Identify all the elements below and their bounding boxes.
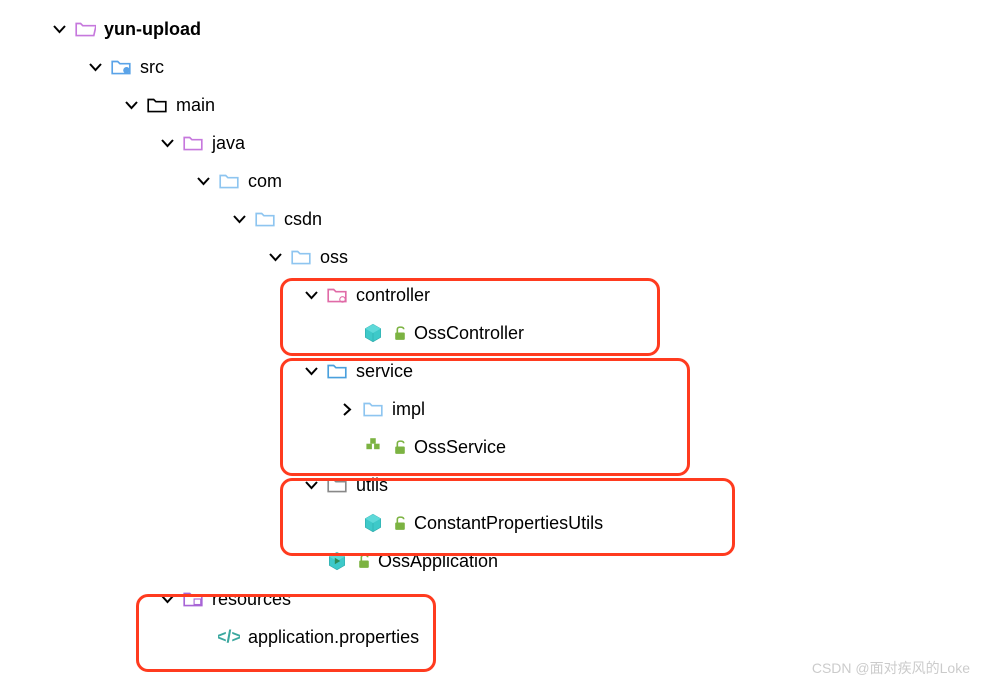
interface-icon	[362, 436, 384, 458]
tree-row-src[interactable]: src	[0, 48, 990, 86]
class-icon	[362, 512, 384, 534]
properties-file-icon	[218, 626, 240, 648]
folder-package-icon	[362, 398, 384, 420]
tree-row-root[interactable]: yun-upload	[0, 10, 990, 48]
tree-row-ossapplication[interactable]: OssApplication	[0, 542, 990, 580]
chevron-down-icon[interactable]	[158, 134, 176, 152]
chevron-down-icon[interactable]	[122, 96, 140, 114]
node-label: application.properties	[248, 627, 419, 648]
node-label: java	[212, 133, 245, 154]
folder-icon	[146, 94, 168, 116]
tree-row-csdn[interactable]: csdn	[0, 200, 990, 238]
class-icon	[362, 322, 384, 344]
tree-row-impl[interactable]: impl	[0, 390, 990, 428]
folder-package-icon	[254, 208, 276, 230]
folder-package-icon	[218, 170, 240, 192]
tree-row-java[interactable]: java	[0, 124, 990, 162]
tree-row-constantprops[interactable]: ConstantPropertiesUtils	[0, 504, 990, 542]
tree-row-osscontroller[interactable]: OssController	[0, 314, 990, 352]
chevron-down-icon[interactable]	[50, 20, 68, 38]
tree-row-service[interactable]: service	[0, 352, 990, 390]
node-label: resources	[212, 589, 291, 610]
class-run-icon	[326, 550, 348, 572]
node-label: ConstantPropertiesUtils	[414, 513, 603, 534]
chevron-down-icon[interactable]	[302, 286, 320, 304]
unlock-icon	[356, 553, 372, 569]
node-label: yun-upload	[104, 19, 201, 40]
tree-row-com[interactable]: com	[0, 162, 990, 200]
folder-src-icon	[110, 56, 132, 78]
chevron-down-icon[interactable]	[302, 476, 320, 494]
chevron-down-icon[interactable]	[266, 248, 284, 266]
node-label: service	[356, 361, 413, 382]
chevron-down-icon[interactable]	[230, 210, 248, 228]
node-label: csdn	[284, 209, 322, 230]
folder-java-icon	[182, 132, 204, 154]
chevron-down-icon[interactable]	[194, 172, 212, 190]
folder-open-icon	[74, 18, 96, 40]
folder-controller-icon	[326, 284, 348, 306]
watermark: CSDN @面对疾风的Loke	[812, 658, 970, 678]
node-label: com	[248, 171, 282, 192]
node-label: OssApplication	[378, 551, 498, 572]
tree-row-ossservice[interactable]: OssService	[0, 428, 990, 466]
node-label: src	[140, 57, 164, 78]
folder-resources-icon	[182, 588, 204, 610]
folder-service-icon	[326, 360, 348, 382]
chevron-right-icon[interactable]	[338, 400, 356, 418]
tree-row-controller[interactable]: controller	[0, 276, 990, 314]
unlock-icon	[392, 325, 408, 341]
node-label: controller	[356, 285, 430, 306]
node-label: main	[176, 95, 215, 116]
folder-utils-icon	[326, 474, 348, 496]
node-label: utils	[356, 475, 388, 496]
tree-row-main[interactable]: main	[0, 86, 990, 124]
chevron-down-icon[interactable]	[86, 58, 104, 76]
node-label: impl	[392, 399, 425, 420]
chevron-down-icon[interactable]	[158, 590, 176, 608]
node-label: OssController	[414, 323, 524, 344]
folder-package-icon	[290, 246, 312, 268]
node-label: OssService	[414, 437, 506, 458]
tree-row-utils[interactable]: utils	[0, 466, 990, 504]
unlock-icon	[392, 515, 408, 531]
unlock-icon	[392, 439, 408, 455]
tree-row-appproperties[interactable]: application.properties	[0, 618, 990, 656]
tree-row-resources[interactable]: resources	[0, 580, 990, 618]
tree-row-oss[interactable]: oss	[0, 238, 990, 276]
chevron-down-icon[interactable]	[302, 362, 320, 380]
node-label: oss	[320, 247, 348, 268]
